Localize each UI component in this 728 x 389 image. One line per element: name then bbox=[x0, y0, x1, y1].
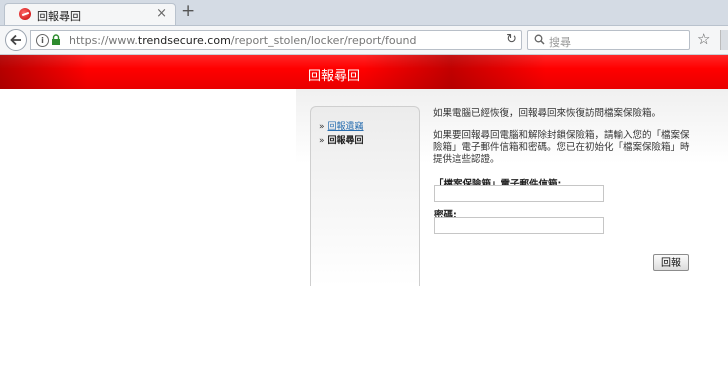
url-path: /report_stolen/locker/report/found bbox=[230, 34, 417, 47]
trend-micro-favicon-icon bbox=[19, 8, 31, 20]
lock-icon[interactable] bbox=[51, 34, 61, 46]
search-placeholder: 搜尋 bbox=[549, 36, 571, 49]
bookmark-star-icon[interactable]: ☆ bbox=[697, 31, 710, 47]
url-host: trendsecure.com bbox=[137, 34, 231, 47]
banner-title: 回報尋回 bbox=[307, 69, 360, 84]
search-icon bbox=[534, 34, 545, 45]
back-button[interactable] bbox=[5, 29, 27, 51]
sidebar-arrow-icon: » bbox=[319, 122, 325, 132]
url-prefix: https://www. bbox=[69, 34, 138, 47]
address-bar[interactable]: i https://www.trendsecure.com/report_sto… bbox=[30, 30, 522, 50]
sidebar-nav: » 回報遺竊 » 回報尋回 bbox=[310, 106, 420, 286]
sidebar-item-label[interactable]: 回報遺竊 bbox=[328, 122, 364, 132]
reload-icon[interactable]: ↻ bbox=[506, 32, 517, 47]
password-field[interactable] bbox=[434, 217, 604, 234]
url-text[interactable]: https://www.trendsecure.com/report_stole… bbox=[69, 34, 417, 47]
tab-strip: 回報尋回 × + bbox=[0, 0, 728, 26]
close-tab-icon[interactable]: × bbox=[156, 7, 167, 20]
intro-text: 如果電腦已經恢復，回報尋回來恢復訪問檔案保險箱。 bbox=[433, 108, 662, 119]
search-bar[interactable]: 搜尋 bbox=[527, 30, 690, 50]
sidebar-item-report-found: » 回報尋回 bbox=[319, 133, 364, 146]
navigation-bar: i https://www.trendsecure.com/report_sto… bbox=[0, 26, 728, 55]
report-button[interactable]: 回報 bbox=[653, 254, 689, 271]
sidebar-item-report-stolen[interactable]: » 回報遺竊 bbox=[319, 119, 364, 132]
toolbar-overflow-edge bbox=[720, 30, 728, 50]
browser-tab[interactable]: 回報尋回 × bbox=[4, 3, 176, 25]
info-icon[interactable]: i bbox=[36, 34, 49, 47]
tab-title: 回報尋回 bbox=[37, 10, 81, 23]
sidebar-arrow-icon: » bbox=[319, 136, 325, 146]
instructions-text: 如果要回報尋回電腦和解除封鎖保險箱，請輸入您的「檔案保險箱」電子郵件信箱和密碼。… bbox=[433, 130, 690, 165]
new-tab-button[interactable]: + bbox=[181, 2, 195, 20]
email-field[interactable] bbox=[434, 185, 604, 202]
page-banner: 回報尋回 bbox=[0, 55, 728, 89]
back-arrow-icon bbox=[10, 34, 21, 46]
sidebar-item-label: 回報尋回 bbox=[327, 136, 364, 146]
